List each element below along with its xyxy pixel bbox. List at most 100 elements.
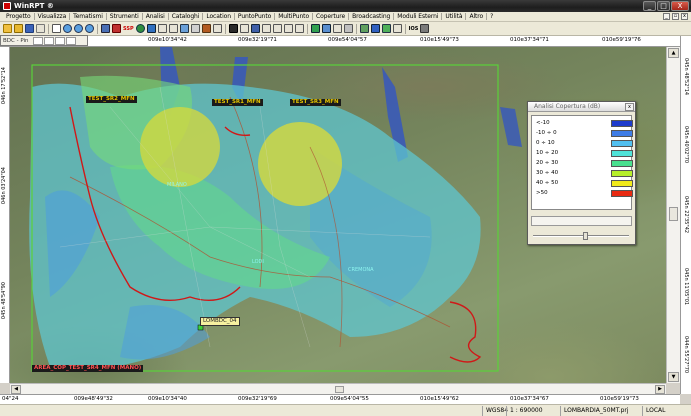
tower-icon[interactable]	[370, 24, 380, 33]
ruler-right-label: 044n 55'27"70	[683, 336, 689, 374]
line-icon[interactable]	[283, 24, 293, 33]
print-icon[interactable]	[36, 24, 45, 33]
area-label[interactable]: AREA_COP_TEST_SR4_MFN (MANO)	[32, 365, 144, 372]
path-icon[interactable]	[261, 24, 271, 33]
scroll-down-arrow-icon[interactable]: ▼	[668, 372, 679, 382]
menu-altro[interactable]: Altro	[466, 13, 486, 20]
legend-swatch	[611, 130, 633, 137]
network-icon[interactable]	[321, 24, 331, 33]
status-scale: 1 : 690000	[506, 406, 562, 416]
mdi-close-button[interactable]: x	[681, 13, 688, 20]
settings-icon[interactable]	[392, 24, 402, 33]
horizontal-scroll-thumb[interactable]	[335, 386, 344, 393]
zoom-in-icon[interactable]	[63, 24, 72, 33]
site-label[interactable]: TEST_SR3_MFN	[290, 99, 341, 106]
ruler-bottom-label: 010e59'19"73	[600, 396, 639, 402]
triangle-icon[interactable]	[294, 24, 304, 33]
slider-knob[interactable]	[583, 232, 588, 240]
legend-item-label: <-10	[536, 120, 550, 126]
antenna-icon[interactable]	[201, 24, 211, 33]
mdi-restore-button[interactable]: ▫	[672, 13, 679, 20]
polygon-icon[interactable]	[272, 24, 282, 33]
site-icon[interactable]	[112, 24, 121, 33]
legend-list: <-10 -10 ÷ 0 0 ÷ 10 10 ÷ 20 20 ÷ 30 30 ÷…	[531, 115, 633, 210]
menu-utilita[interactable]: Utilità	[442, 13, 465, 20]
new-file-icon[interactable]	[3, 24, 12, 33]
menu-moduli-esterni[interactable]: Moduli Esterni	[394, 13, 441, 20]
globe-icon[interactable]	[135, 24, 145, 33]
scroll-up-arrow-icon[interactable]: ▲	[668, 48, 679, 58]
toolbar: SSP IOS	[0, 22, 691, 36]
legend-item-label: 20 ÷ 30	[536, 160, 559, 166]
minimize-button[interactable]: _	[643, 1, 656, 11]
legend-title-bar[interactable]: Analisi Copertura (dB) x	[528, 102, 635, 112]
bdc-copy-button[interactable]	[44, 36, 54, 45]
ruler-bottom: 04"24 009e48'49"32 009e10'34"40 009e32'1…	[0, 394, 680, 404]
open-folder-icon[interactable]	[14, 24, 23, 33]
menu-location[interactable]: Location	[203, 13, 234, 20]
database-icon[interactable]	[146, 24, 156, 33]
pan-icon[interactable]	[52, 24, 61, 33]
bdc-close-button[interactable]	[66, 36, 76, 45]
legend-swatch	[611, 140, 633, 147]
vertical-scrollbar[interactable]: ▲ ▼	[666, 47, 680, 383]
route-icon[interactable]	[310, 24, 320, 33]
bdc-pin-button[interactable]	[33, 36, 43, 45]
legend-scrollbar[interactable]	[531, 216, 632, 226]
legend-swatch	[611, 190, 633, 197]
menu-analisi[interactable]: Analisi	[143, 13, 168, 20]
measure-icon[interactable]	[179, 24, 189, 33]
menu-visualizza[interactable]: Visualizza	[35, 13, 70, 20]
zoom-out-icon[interactable]	[74, 24, 83, 33]
menu-progetto[interactable]: Progetto	[3, 13, 34, 20]
horizontal-scrollbar[interactable]: ◀ ▶	[10, 383, 666, 394]
mdi-minimize-button[interactable]: _	[663, 13, 670, 20]
profile-icon[interactable]	[168, 24, 178, 33]
menu-broadcasting[interactable]: Broadcasting	[349, 13, 393, 20]
zoom-extent-icon[interactable]	[85, 24, 94, 33]
scroll-right-arrow-icon[interactable]: ▶	[655, 385, 665, 394]
save-icon[interactable]	[25, 24, 34, 33]
grid-icon[interactable]	[157, 24, 167, 33]
vertical-scroll-thumb[interactable]	[669, 207, 678, 221]
menu-coperture[interactable]: Coperture	[313, 13, 348, 20]
menu-strumenti[interactable]: Strumenti	[107, 13, 142, 20]
ruler-bottom-label: 009e54'04"55	[330, 396, 369, 402]
maximize-button[interactable]: □	[657, 1, 670, 11]
flag-icon[interactable]	[359, 24, 369, 33]
menu-multipunto[interactable]: MultiPunto	[275, 13, 312, 20]
status-mode: LOCAL	[642, 406, 690, 416]
slider-track	[533, 235, 629, 237]
cut-icon[interactable]	[343, 24, 353, 33]
close-button[interactable]: X	[671, 1, 689, 11]
legend-swatch	[611, 150, 633, 157]
tool-icon[interactable]	[332, 24, 342, 33]
menu-help[interactable]: ?	[487, 13, 496, 20]
transparency-slider[interactable]	[531, 232, 632, 240]
export-icon[interactable]	[420, 24, 430, 33]
menu-puntopunto[interactable]: PuntoPunto	[235, 13, 274, 20]
menu-tematismi[interactable]: Tematismi	[70, 13, 106, 20]
select-icon[interactable]	[239, 24, 249, 33]
link-icon[interactable]	[250, 24, 260, 33]
signal-icon[interactable]	[381, 24, 391, 33]
legend-close-button[interactable]: x	[625, 102, 634, 111]
ios-button[interactable]: IOS	[409, 26, 419, 32]
bdc-list-button[interactable]	[55, 36, 65, 45]
site-label[interactable]: TEST_SR1_MFN	[212, 99, 263, 106]
legend-swatch	[611, 180, 633, 187]
site-label[interactable]: LOMBDC_04	[200, 317, 240, 326]
ruler-bottom-label: 009e48'49"32	[74, 396, 113, 402]
coverage-circle-yellow	[258, 122, 342, 206]
coverage-circle-yellow	[140, 107, 220, 187]
chart-icon[interactable]	[228, 24, 238, 33]
layer-icon[interactable]	[101, 24, 110, 33]
site-label[interactable]: TEST_SR2_MFN	[86, 96, 137, 103]
coverage-icon[interactable]	[212, 24, 222, 33]
legend-item: 10 ÷ 20	[535, 149, 633, 157]
camera-icon[interactable]	[190, 24, 200, 33]
ssp-button[interactable]: SSP	[123, 26, 134, 32]
menu-cataloghi[interactable]: Cataloghi	[169, 13, 203, 20]
scroll-left-arrow-icon[interactable]: ◀	[11, 385, 21, 394]
ruler-bottom-label: 009e32'19"69	[238, 396, 277, 402]
